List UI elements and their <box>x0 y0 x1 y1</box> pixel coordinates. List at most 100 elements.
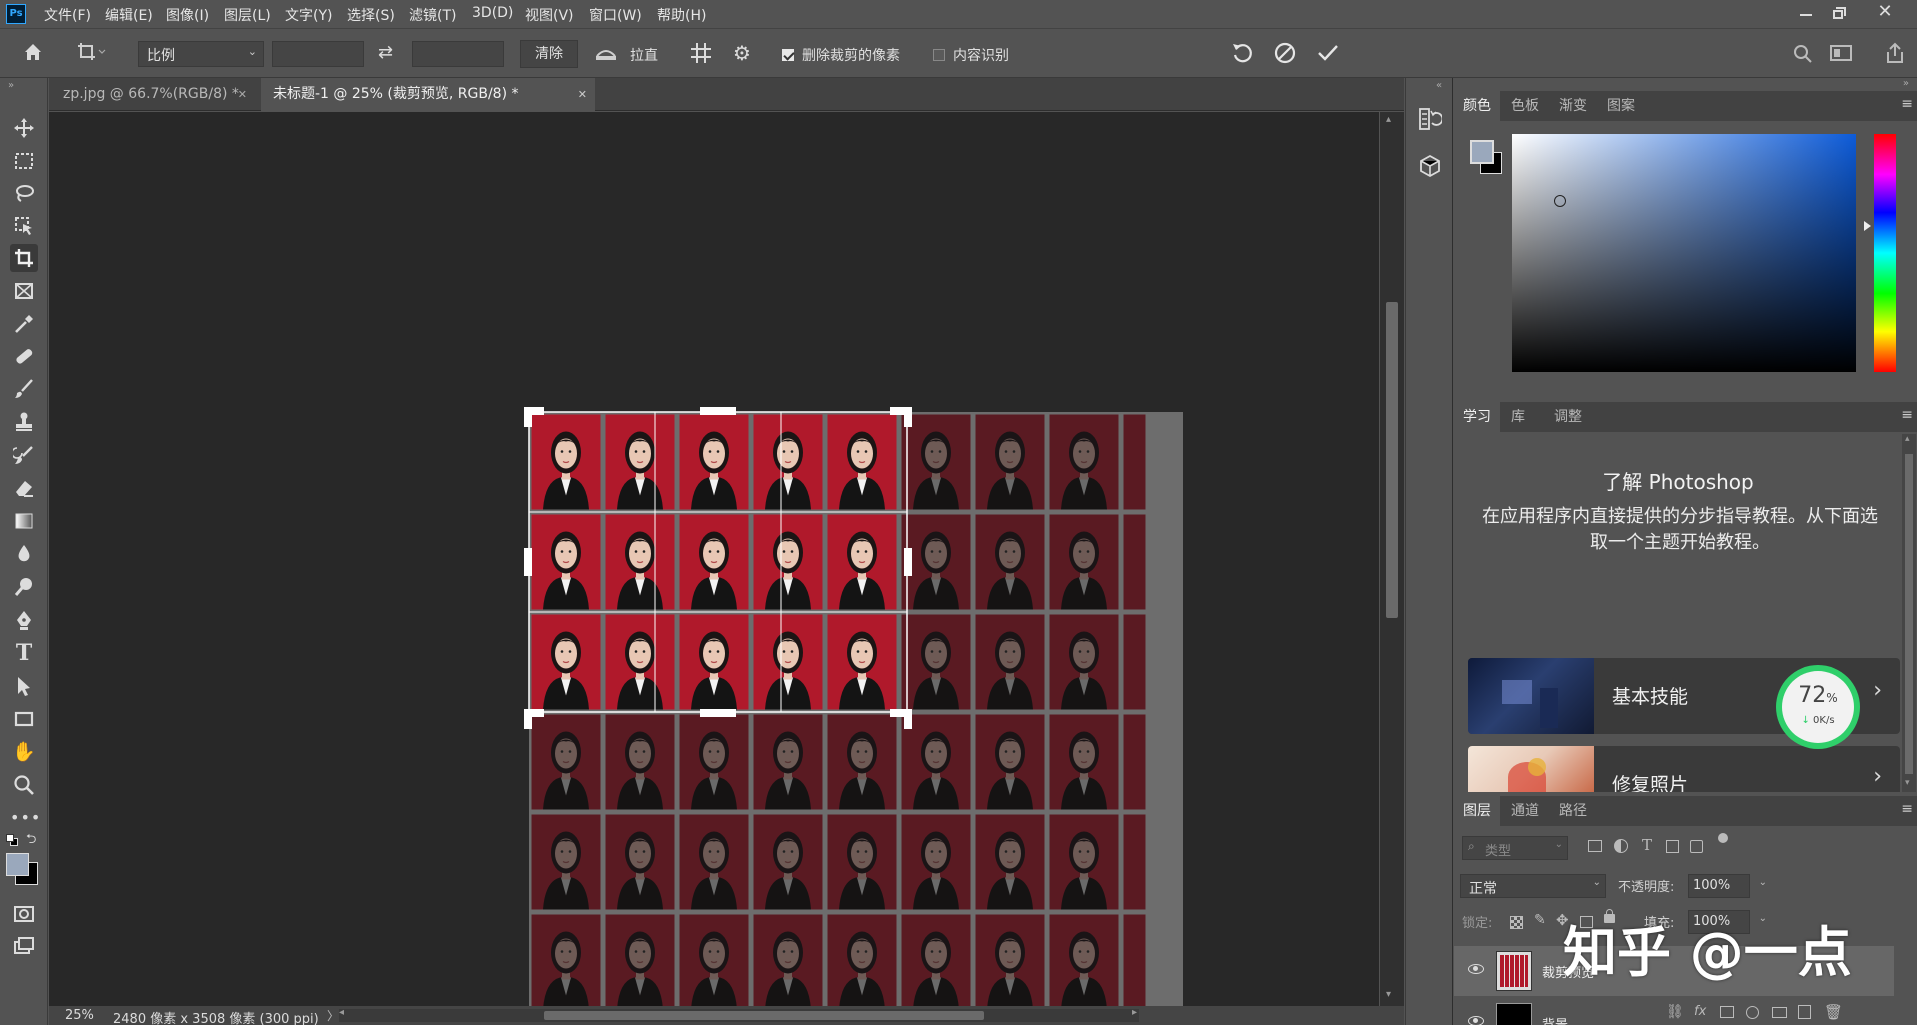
dodge-tool-icon[interactable] <box>10 573 38 601</box>
scroll-down-icon[interactable]: ▾ <box>1905 778 1910 788</box>
filter-toggle-icon[interactable] <box>1718 833 1728 843</box>
screen-mode-icon[interactable] <box>10 932 38 960</box>
new-layer-icon[interactable] <box>1798 1005 1811 1019</box>
lock-pixels-icon[interactable]: ✎ <box>1534 912 1546 928</box>
height-input[interactable] <box>412 41 504 67</box>
opacity-input[interactable]: 100% ⌄ <box>1688 874 1767 898</box>
straighten-label[interactable]: 拉直 <box>630 45 658 65</box>
eyedropper-tool-icon[interactable] <box>10 310 38 338</box>
healing-brush-tool-icon[interactable] <box>10 342 38 370</box>
path-select-tool-icon[interactable] <box>10 672 38 700</box>
foreground-color-swatch[interactable] <box>6 853 29 876</box>
lasso-tool-icon[interactable] <box>10 179 38 207</box>
ratio-select[interactable]: 比例 ⌄ <box>138 41 264 67</box>
history-panel-icon[interactable] <box>1418 106 1444 136</box>
content-aware-checkbox[interactable] <box>933 49 945 61</box>
menu-item[interactable]: 文件(F) <box>44 5 91 25</box>
filter-shape-icon[interactable] <box>1666 840 1679 853</box>
network-speed-widget[interactable]: 72% ↓ 0K/s <box>1776 665 1860 749</box>
brush-tool-icon[interactable] <box>10 375 38 403</box>
clear-button[interactable]: 清除 <box>520 40 578 68</box>
hue-slider-marker-icon[interactable] <box>1864 221 1871 231</box>
more-tools-icon[interactable]: ••• <box>10 804 40 832</box>
horizontal-scrollbar[interactable]: ◂ ▸ <box>339 1007 1139 1022</box>
add-mask-icon[interactable] <box>1720 1006 1734 1018</box>
hand-tool-icon[interactable]: ✋ <box>10 738 38 766</box>
filter-adjustment-icon[interactable] <box>1614 839 1628 853</box>
default-colors-icon[interactable] <box>6 834 18 846</box>
panel-menu-icon[interactable]: ≡ <box>1901 96 1913 112</box>
marquee-tool-icon[interactable] <box>10 147 38 175</box>
type-tool-icon[interactable]: T <box>10 639 38 667</box>
swap-icon[interactable]: ⇄ <box>378 42 393 63</box>
menu-item[interactable]: 3D(D) <box>472 5 513 21</box>
tab-learn[interactable]: 学习 <box>1454 402 1500 432</box>
crop-preset-icon[interactable] <box>76 41 106 67</box>
pen-tool-icon[interactable] <box>10 606 38 634</box>
scroll-up-icon[interactable]: ▴ <box>1905 434 1910 444</box>
app-logo[interactable]: Ps <box>6 4 26 24</box>
reset-icon[interactable] <box>1230 41 1254 69</box>
scroll-right-icon[interactable]: ▸ <box>1132 1007 1137 1018</box>
tab-layers[interactable]: 图层 <box>1454 796 1500 826</box>
history-brush-tool-icon[interactable] <box>10 441 38 469</box>
home-icon[interactable] <box>22 41 44 67</box>
object-select-tool-icon[interactable] <box>10 212 38 240</box>
overlay-grid-icon[interactable] <box>690 42 712 68</box>
gradient-tool-icon[interactable] <box>10 507 38 535</box>
zoom-tool-icon[interactable] <box>10 771 38 799</box>
menu-item[interactable]: 帮助(H) <box>657 5 706 25</box>
scroll-thumb[interactable] <box>1386 302 1398 618</box>
scroll-thumb[interactable] <box>1905 454 1913 774</box>
tab-channels[interactable]: 通道 <box>1502 796 1548 826</box>
delete-cropped-checkbox[interactable] <box>782 49 794 61</box>
group-icon[interactable] <box>1772 1007 1787 1018</box>
vertical-scrollbar[interactable]: ▴ ▾ <box>1380 112 1404 1009</box>
tab-swatches[interactable]: 色板 <box>1502 91 1548 121</box>
tab-adjustments[interactable]: 调整 <box>1538 402 1591 432</box>
hue-slider[interactable] <box>1864 134 1896 372</box>
quick-mask-icon[interactable] <box>10 900 38 928</box>
color-picker-field[interactable] <box>1512 134 1856 372</box>
blend-mode-select[interactable]: 正常 ⌄ <box>1460 874 1606 898</box>
filter-type-icon[interactable]: T <box>1642 836 1652 854</box>
scroll-up-icon[interactable]: ▴ <box>1386 114 1391 125</box>
color-panel-fg-swatch[interactable] <box>1470 140 1494 164</box>
tab-libraries[interactable]: 库 <box>1502 402 1534 432</box>
crop-handle[interactable] <box>700 407 736 415</box>
layer-style-icon[interactable]: fx <box>1694 1004 1706 1019</box>
move-tool-icon[interactable] <box>10 114 38 142</box>
tutorial-card-repair[interactable]: 修复照片 › <box>1468 746 1900 792</box>
layer-filter-select[interactable]: ⌕ 类型 ⌄ <box>1462 836 1568 860</box>
stamp-tool-icon[interactable] <box>10 408 38 436</box>
menu-item[interactable]: 视图(V) <box>525 5 574 25</box>
close-icon[interactable]: ✕ <box>238 78 247 111</box>
link-layers-icon[interactable]: ⛓ <box>1666 1004 1684 1020</box>
minimize-icon[interactable] <box>1797 4 1815 22</box>
document-canvas[interactable] <box>49 112 1379 1012</box>
panels-collapse-icon[interactable]: » <box>1903 78 1909 89</box>
tab-untitled-1[interactable]: 未标题-1 @ 25% (裁剪预览, RGB/8) * ✕ <box>261 78 595 111</box>
delete-layer-icon[interactable]: 🗑 <box>1824 1003 1843 1021</box>
crop-tool-icon[interactable] <box>10 244 38 272</box>
learn-scrollbar[interactable]: ▴ ▾ <box>1902 434 1916 792</box>
rectangle-tool-icon[interactable] <box>10 705 38 733</box>
gear-icon[interactable]: ⚙ <box>733 41 751 65</box>
close-window-icon[interactable]: ✕ <box>1875 2 1895 22</box>
width-input[interactable] <box>272 41 364 67</box>
menu-item[interactable]: 图层(L) <box>224 5 271 25</box>
blur-tool-icon[interactable] <box>10 540 38 568</box>
eye-icon[interactable] <box>1468 964 1484 974</box>
frame-tool-icon[interactable] <box>10 277 38 305</box>
close-icon[interactable]: ✕ <box>578 78 587 111</box>
share-icon[interactable] <box>1884 41 1906 69</box>
menu-item[interactable]: 图像(I) <box>166 5 209 25</box>
menu-item[interactable]: 编辑(E) <box>105 5 153 25</box>
filter-smart-object-icon[interactable] <box>1690 840 1703 853</box>
crop-handle[interactable] <box>524 548 532 576</box>
scroll-left-icon[interactable]: ◂ <box>339 1007 344 1018</box>
eraser-tool-icon[interactable] <box>10 474 38 502</box>
tab-paths[interactable]: 路径 <box>1550 796 1596 826</box>
crop-handle[interactable] <box>700 709 736 717</box>
scroll-down-icon[interactable]: ▾ <box>1386 989 1391 1000</box>
